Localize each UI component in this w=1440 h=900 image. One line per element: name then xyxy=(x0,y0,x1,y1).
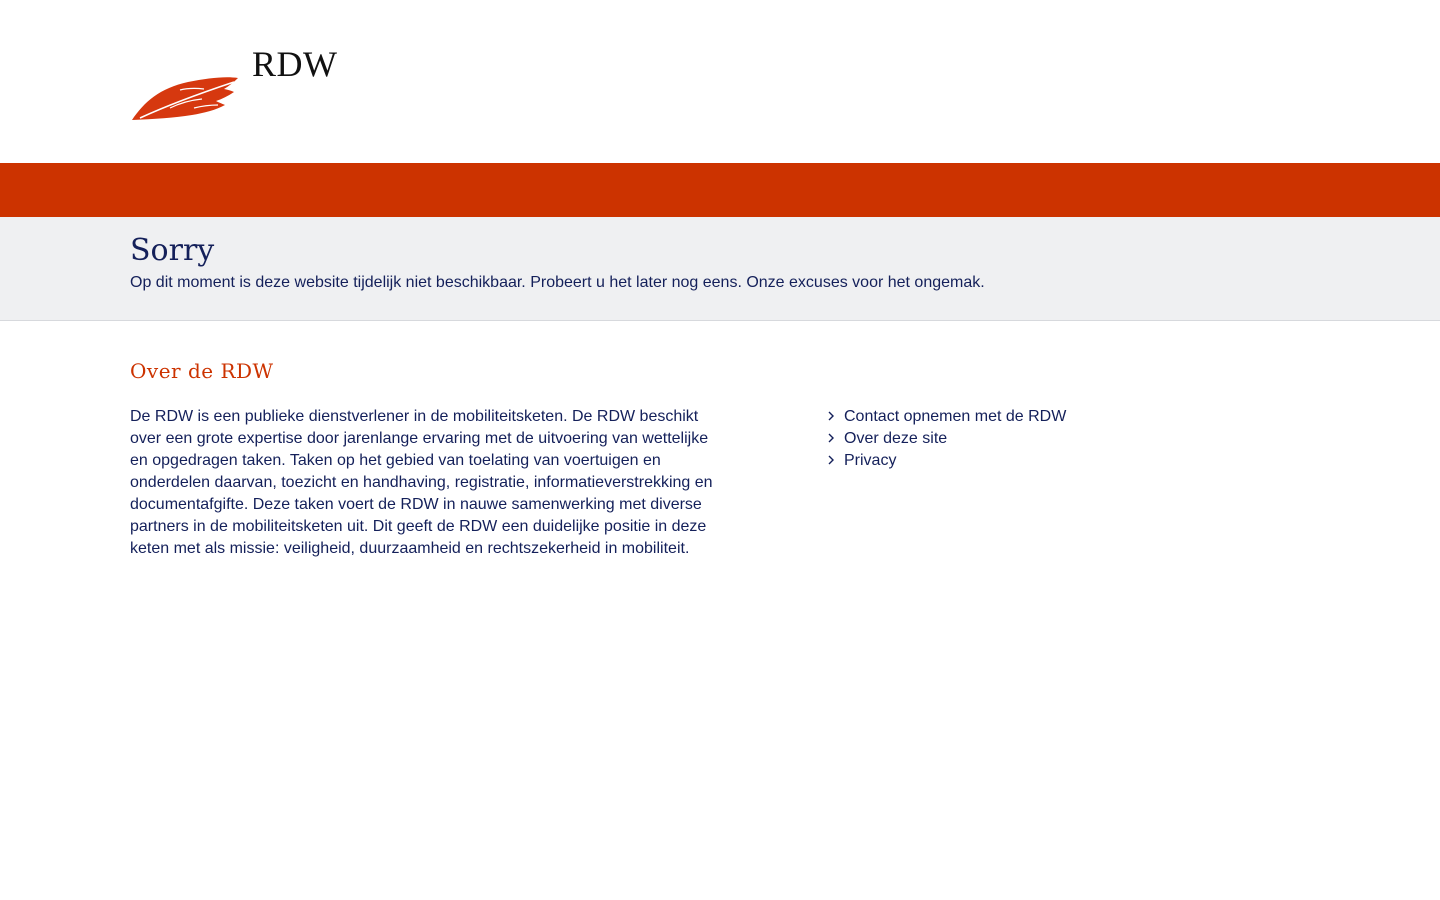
about-text: De RDW is een publieke dienstverlener in… xyxy=(130,408,713,557)
notice-message: Op dit moment is deze website tijdelijk … xyxy=(130,274,985,291)
chevron-right-icon xyxy=(828,428,838,450)
logo-text: RDW xyxy=(252,44,338,84)
contact-link[interactable]: Contact opnemen met de RDW xyxy=(844,406,1066,428)
notice-title: Sorry xyxy=(130,233,215,268)
about-site-link[interactable]: Over deze site xyxy=(844,428,947,450)
brand-bar xyxy=(0,163,1440,217)
site-footer: Over de RDW De RDW is een publieke diens… xyxy=(0,321,1440,900)
rdw-feather-logo-icon xyxy=(132,77,238,120)
privacy-link[interactable]: Privacy xyxy=(844,450,896,472)
about-title: Over de RDW xyxy=(130,359,274,383)
chevron-right-icon xyxy=(828,450,838,472)
rdw-logo-link[interactable]: RDW xyxy=(130,44,350,124)
unavailable-notice: Sorry Op dit moment is deze website tijd… xyxy=(0,217,1440,321)
chevron-right-icon xyxy=(828,406,838,428)
site-header: RDW xyxy=(0,0,1440,163)
